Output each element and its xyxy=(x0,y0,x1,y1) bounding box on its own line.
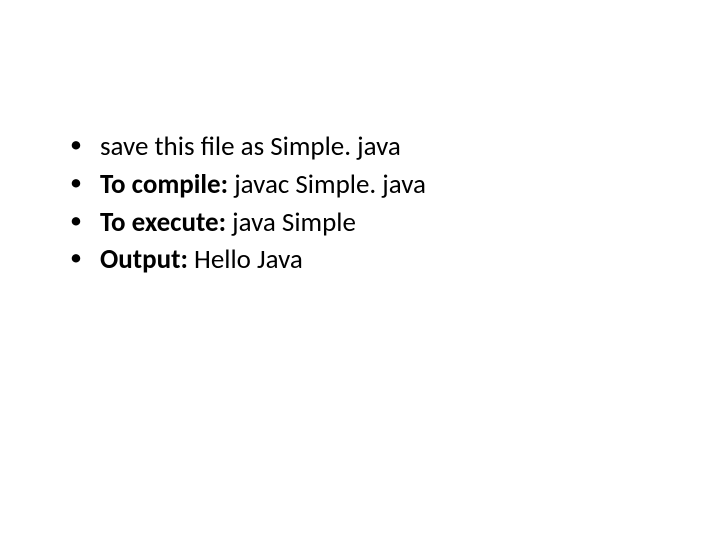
list-item: Output: Hello Java xyxy=(70,243,660,277)
slide: save this file as Simple. java To compil… xyxy=(0,0,720,540)
bullet-label: To compile: xyxy=(100,168,228,201)
bullet-text: java Simple xyxy=(226,206,356,239)
bullet-text: javac Simple. java xyxy=(228,168,426,201)
list-item: To compile: javac Simple. java xyxy=(70,168,660,202)
bullet-text: Hello Java xyxy=(188,243,303,276)
bullet-list: save this file as Simple. java To compil… xyxy=(70,130,660,277)
list-item: To execute: java Simple xyxy=(70,206,660,240)
bullet-label: To execute: xyxy=(100,206,226,239)
bullet-text: save this file as Simple. java xyxy=(100,130,401,163)
bullet-label: Output: xyxy=(100,243,188,276)
list-item: save this file as Simple. java xyxy=(70,130,660,164)
